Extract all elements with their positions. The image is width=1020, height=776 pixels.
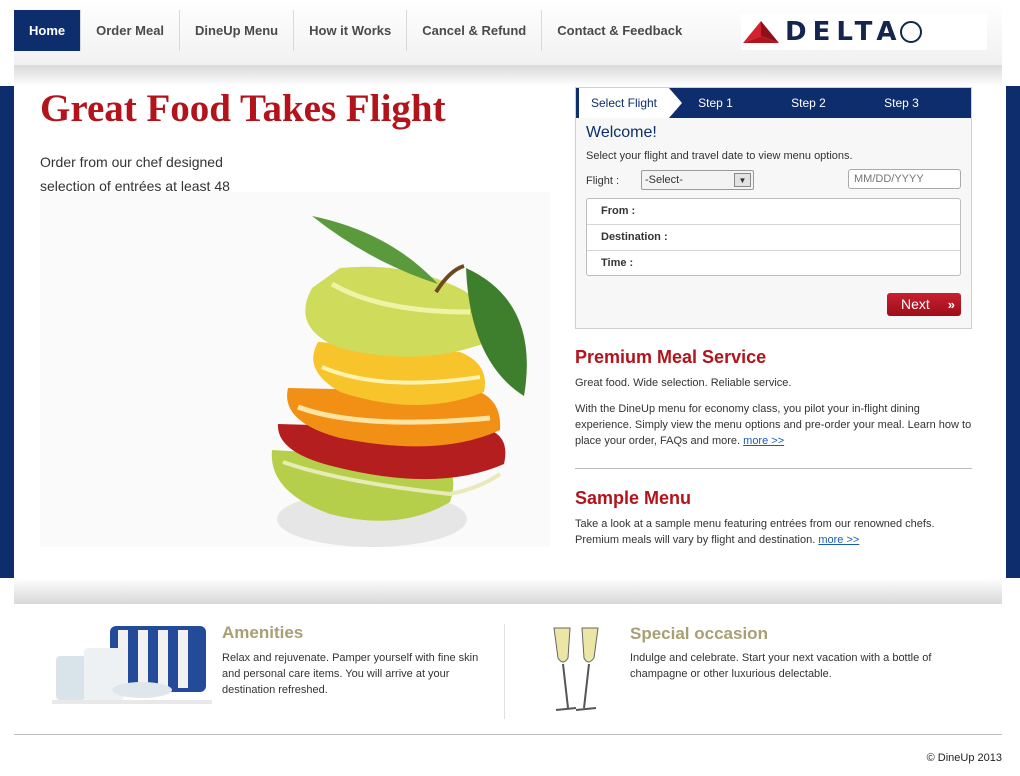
- nav-order-meal[interactable]: Order Meal: [81, 10, 181, 51]
- amenities-title: Amenities: [222, 623, 304, 642]
- delta-widget-icon: [743, 21, 779, 43]
- premium-meal-tagline: Great food. Wide selection. Reliable ser…: [575, 377, 792, 389]
- nav-how-it-works[interactable]: How it Works: [294, 10, 408, 51]
- sample-menu-title: Sample Menu: [575, 488, 692, 508]
- flight-select[interactable]: -Select- ▼: [641, 170, 754, 190]
- step-select-flight[interactable]: Select Flight: [576, 88, 682, 118]
- right-frame-bar: [1006, 86, 1020, 578]
- flight-label: Flight :: [586, 175, 620, 187]
- lower-shadow: [14, 578, 1002, 604]
- amenities-text: Relax and rejuvenate. Pamper yourself wi…: [222, 652, 479, 696]
- welcome-heading: Welcome!: [586, 124, 657, 141]
- premium-meal-text: With the DineUp menu for economy class, …: [575, 401, 973, 449]
- sample-more-link[interactable]: more >>: [818, 534, 859, 546]
- step-1[interactable]: Step 1: [669, 88, 762, 118]
- copyright: © DineUp 2013: [926, 752, 1002, 764]
- footer-rule: [14, 734, 1002, 735]
- flight-row: Flight : -Select- ▼: [576, 168, 971, 198]
- header: Home Order Meal DineUp Menu How it Works…: [14, 0, 1002, 66]
- info-destination: Destination :: [587, 225, 960, 251]
- feature-divider: [504, 624, 505, 719]
- sample-menu-description: Take a look at a sample menu featuring e…: [575, 518, 935, 546]
- section-divider: [575, 468, 972, 469]
- left-frame-bar: [0, 86, 14, 578]
- step-3[interactable]: Step 3: [855, 88, 948, 118]
- booking-instructions: Select your flight and travel date to vi…: [586, 150, 853, 162]
- booking-steps: Select Flight Step 1 Step 2 Step 3: [576, 88, 971, 118]
- chevron-down-icon: ▼: [734, 173, 751, 187]
- premium-meal-title: Premium Meal Service: [575, 347, 767, 367]
- skyteam-globe-icon: [900, 21, 923, 43]
- next-button[interactable]: Next »: [887, 293, 961, 316]
- fruit-stack-image: [40, 192, 550, 547]
- flight-booking-widget: Select Flight Step 1 Step 2 Step 3 Welco…: [575, 87, 972, 329]
- main-nav: Home Order Meal DineUp Menu How it Works…: [14, 10, 697, 51]
- special-occasion-text: Indulge and celebrate. Start your next v…: [630, 652, 932, 680]
- hero-title: Great Food Takes Flight: [40, 87, 446, 130]
- delta-logo[interactable]: DELTA: [741, 14, 987, 50]
- main-content: Great Food Takes Flight Order from our c…: [14, 86, 1002, 578]
- champagne-glasses-image: [553, 627, 599, 711]
- next-button-label: Next: [901, 296, 930, 312]
- step-2[interactable]: Step 2: [762, 88, 855, 118]
- amenities-kit-image: [52, 626, 212, 704]
- special-occasion-title: Special occasion: [630, 624, 768, 643]
- travel-date-input[interactable]: [848, 169, 961, 189]
- nav-home[interactable]: Home: [14, 10, 82, 51]
- sample-menu-text: Take a look at a sample menu featuring e…: [575, 516, 973, 548]
- nav-cancel-refund[interactable]: Cancel & Refund: [407, 10, 543, 51]
- double-chevron-right-icon: »: [947, 297, 955, 312]
- nav-dineup-menu[interactable]: DineUp Menu: [180, 10, 295, 51]
- logo-text: DELTA: [785, 17, 903, 47]
- flight-select-value: -Select-: [645, 174, 683, 186]
- page: Home Order Meal DineUp Menu How it Works…: [0, 0, 1020, 776]
- header-shadow: [14, 66, 1002, 86]
- premium-more-link[interactable]: more >>: [743, 435, 784, 447]
- flight-info-box: From : Destination : Time :: [586, 198, 961, 276]
- info-time: Time :: [601, 257, 634, 269]
- info-from: From :: [587, 199, 960, 225]
- nav-contact-feedback[interactable]: Contact & Feedback: [542, 10, 697, 51]
